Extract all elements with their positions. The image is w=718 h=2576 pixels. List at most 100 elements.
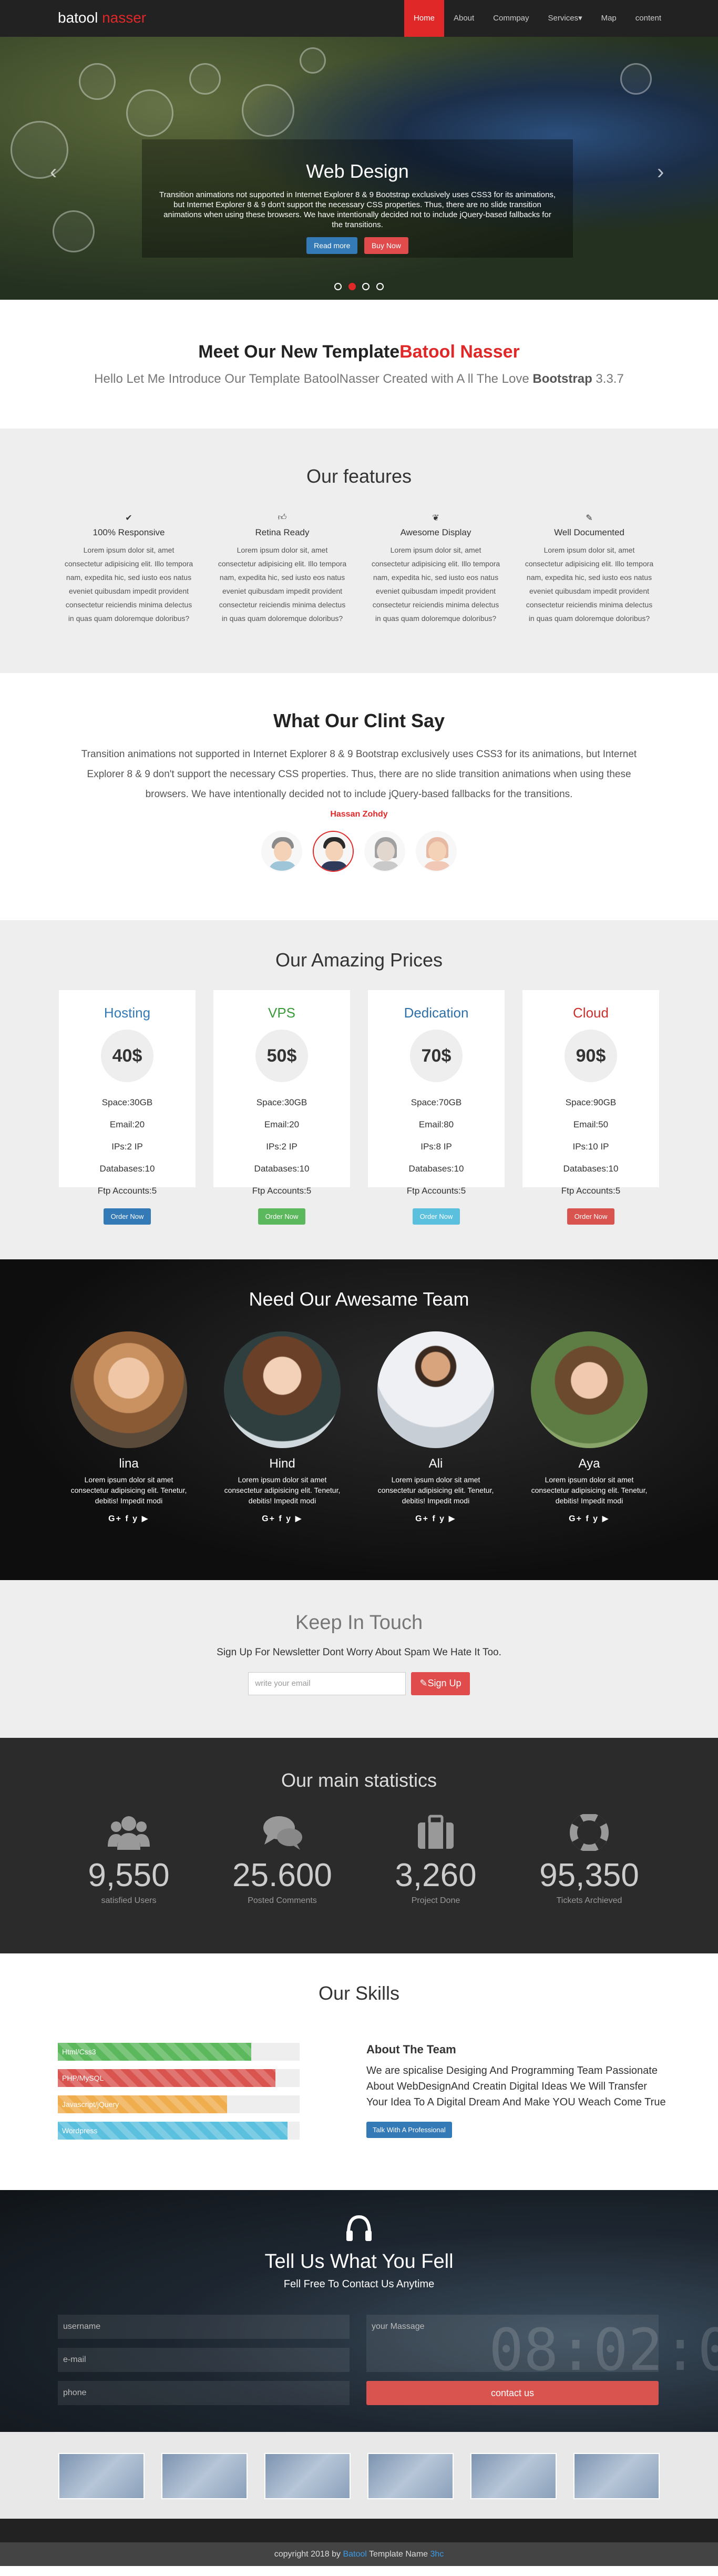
feature-text: Lorem ipsum dolor sit, amet consectetur … <box>371 546 500 623</box>
intro-title: Meet Our New TemplateBatool Nasser <box>0 342 718 362</box>
bubble-decoration <box>79 63 116 100</box>
hero-title: Web Design <box>306 160 409 182</box>
contact-title: Tell Us What You Fell <box>264 2251 454 2273</box>
sign-up-button[interactable]: ✎Sign Up <box>411 1672 470 1695</box>
avatar[interactable] <box>261 831 302 872</box>
plan-name: VPS <box>268 1005 296 1021</box>
contact-us-button[interactable]: contact us <box>366 2381 659 2405</box>
plan-feature: Space:70GB <box>411 1097 462 1107</box>
bubble-decoration <box>11 121 68 179</box>
gallery-thumbnail[interactable] <box>470 2453 557 2499</box>
navbar: batool nasser Home About Commpay Service… <box>0 0 718 37</box>
avatar-body <box>423 861 452 871</box>
stat-item: 3,260 Project Done <box>359 1811 512 1906</box>
member-bio: Lorem ipsum dolor sit amet consectetur a… <box>224 1475 341 1505</box>
feature-text: Lorem ipsum dolor sit, amet consectetur … <box>525 546 654 623</box>
member-bio: Lorem ipsum dolor sit amet consectetur a… <box>377 1475 494 1505</box>
gallery-thumbnail[interactable] <box>58 2453 145 2499</box>
plan-feature: IPs:8 IP <box>420 1142 452 1152</box>
stat-number: 95,350 <box>539 1857 639 1893</box>
order-now-button[interactable]: Order Now <box>412 1208 460 1225</box>
avatar[interactable] <box>364 831 405 872</box>
footer-divider <box>0 2519 718 2542</box>
plan-feature: IPs:10 IP <box>572 1142 609 1152</box>
testimonial-title: What Our Clint Say <box>273 710 445 731</box>
carousel-indicator-active[interactable] <box>348 283 356 290</box>
plan-features: Space:30GB Email:20 IPs:2 IP Databases:10 Ft… <box>59 1092 196 1202</box>
plan-features: Space:30GB Email:20 IPs:2 IP Databases:10 Ft… <box>213 1092 350 1202</box>
order-now-button[interactable]: Order Now <box>258 1208 306 1225</box>
email-input[interactable]: write your email <box>248 1672 406 1695</box>
avatar-active[interactable] <box>313 831 354 872</box>
social-icons[interactable]: G+ f y ▶ <box>206 1513 359 1524</box>
leaf-icon: ❦ <box>432 514 439 523</box>
message-textarea[interactable]: your Massage <box>366 2315 659 2372</box>
newsletter-section: Keep In Touch Sign Up For Newsletter Don… <box>0 1580 718 1738</box>
carousel-prev-icon[interactable]: ‹ <box>50 160 57 184</box>
order-now-button[interactable]: Order Now <box>567 1208 615 1225</box>
headphones-icon <box>344 2214 374 2246</box>
skill-progress: Html/Css3 <box>58 2043 300 2061</box>
email-field[interactable]: e-mail <box>58 2348 350 2372</box>
plan-feature: IPs:2 IP <box>111 1142 143 1152</box>
skills-title: Our Skills <box>318 1982 400 2004</box>
team-member: Aya Lorem ipsum dolor sit amet consectet… <box>512 1331 666 1524</box>
social-icons[interactable]: G+ f y ▶ <box>359 1513 512 1524</box>
skill-progress: Javascript/jQuery <box>58 2095 300 2113</box>
feature-item: ✎ Well Documented Lorem ipsum dolor sit,… <box>512 513 666 625</box>
skill-progress: PHP/MySQL <box>58 2069 300 2087</box>
avatar-body <box>372 861 400 871</box>
stat-number: 9,550 <box>88 1857 170 1893</box>
avatar-face <box>377 841 395 861</box>
newsletter-form: write your email ✎Sign Up <box>0 1672 718 1695</box>
stat-item: 9,550 satisfied Users <box>52 1811 206 1906</box>
username-input[interactable]: username <box>58 2315 350 2339</box>
avatar[interactable] <box>416 831 457 872</box>
plan-feature: Ftp Accounts:5 <box>561 1186 621 1196</box>
nav-item-services[interactable]: Services▾ <box>539 0 592 37</box>
stats-title: Our main statistics <box>281 1769 437 1791</box>
plan-name: Hosting <box>104 1005 151 1021</box>
prices-section: Our Amazing Prices Hosting 40$ Space:30GB E… <box>0 920 718 1259</box>
team-title: Need Our Awesame Team <box>249 1288 469 1310</box>
carousel-indicator[interactable] <box>362 283 370 290</box>
carousel-indicator[interactable] <box>334 283 342 290</box>
avatar-face <box>274 841 292 861</box>
plan-feature: Ftp Accounts:5 <box>97 1186 157 1196</box>
carousel-next-icon[interactable]: › <box>657 160 664 184</box>
gallery-thumbnail[interactable] <box>161 2453 248 2499</box>
nav-item-company[interactable]: Commpay <box>484 0 538 37</box>
price-card: Cloud 90$ Space:90GB Email:50 IPs:10 IP Datab… <box>522 990 659 1225</box>
social-icons[interactable]: G+ f y ▶ <box>512 1513 666 1524</box>
phone-field[interactable]: phone <box>58 2381 350 2405</box>
skill-progress: Wordpress <box>58 2122 300 2140</box>
gallery-thumbnail[interactable] <box>367 2453 454 2499</box>
talk-professional-button[interactable]: Talk With A Professional <box>366 2122 452 2138</box>
member-photo <box>531 1331 648 1448</box>
gallery-thumbnail[interactable] <box>264 2453 351 2499</box>
testimonial-text: Transition animations not supported in I… <box>81 749 637 800</box>
buy-now-button[interactable]: Buy Now <box>364 237 408 254</box>
nav-item-about[interactable]: About <box>444 0 484 37</box>
users-icon <box>52 1811 206 1854</box>
order-now-button[interactable]: Order Now <box>103 1208 151 1225</box>
nav-item-content[interactable]: content <box>626 0 671 37</box>
plan-feature: Space:90GB <box>565 1097 617 1107</box>
features-title: Our features <box>306 465 412 487</box>
carousel-indicator[interactable] <box>376 283 384 290</box>
nav-item-home[interactable]: Home <box>404 0 444 37</box>
read-more-button[interactable]: Read more <box>306 237 358 254</box>
brand-logo[interactable]: batool nasser <box>58 9 146 26</box>
skills-section: Our Skills Html/Css3 PHP/MySQL Javascript/… <box>0 1953 718 2190</box>
gallery-thumbnail[interactable] <box>573 2453 660 2499</box>
skill-bar: Javascript/jQuery <box>58 2095 227 2113</box>
lifebuoy-icon <box>512 1811 666 1854</box>
stats-section: Our main statistics 9,550 satisfied User… <box>0 1738 718 1953</box>
social-icons[interactable]: G+ f y ▶ <box>52 1513 206 1524</box>
footer-author-link[interactable]: Batool <box>343 2550 366 2559</box>
plan-feature: Ftp Accounts:5 <box>252 1186 312 1196</box>
plan-feature: Databases:10 <box>563 1164 619 1174</box>
plan-feature: Email:20 <box>109 1119 145 1129</box>
nav-item-map[interactable]: Map <box>592 0 626 37</box>
contact-subtitle: Fell Free To Contact Us Anytime <box>283 2278 435 2290</box>
